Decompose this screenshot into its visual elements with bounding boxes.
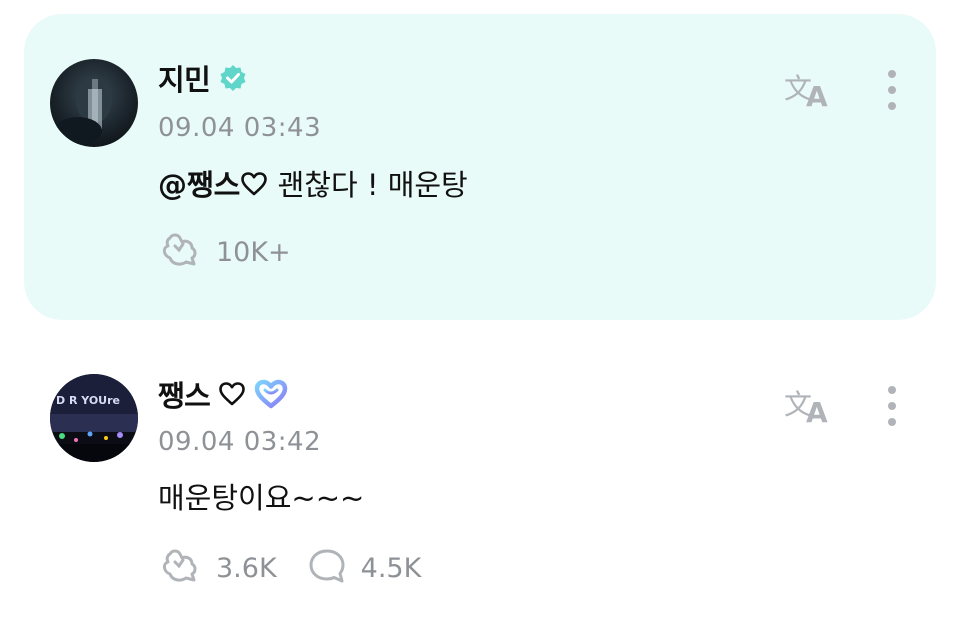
comment-author[interactable]: 지민 xyxy=(158,60,248,100)
like-count: 3.6K xyxy=(216,552,277,584)
heart-outline-icon xyxy=(240,167,268,207)
comment-actions: 3.6K 4.5K xyxy=(158,546,451,590)
like-button[interactable]: 10K+ xyxy=(158,230,291,274)
reply-count: 4.5K xyxy=(360,552,422,584)
comment-item: 지민 09.04 03:43 @쨍스 괜찮다 ! 매운탕 10K+ 文 A xyxy=(24,14,936,320)
svg-text:D R YOUre: D R YOUre xyxy=(56,394,120,407)
svg-text:A: A xyxy=(806,396,828,426)
more-vertical-icon[interactable] xyxy=(880,384,904,428)
comment-body: 매운탕이요~~~ xyxy=(158,481,365,515)
heart-outline-icon xyxy=(218,381,246,411)
like-icon xyxy=(158,546,202,590)
author-name: 지민 xyxy=(158,63,211,97)
comment-body: 괜찮다 ! 매운탕 xyxy=(277,168,468,202)
comment-actions: 10K+ xyxy=(158,230,321,274)
comment-timestamp: 09.04 03:43 xyxy=(158,113,322,143)
avatar[interactable]: D R YOUre xyxy=(50,374,138,462)
comment-bubble-icon xyxy=(307,547,347,589)
mention-link[interactable]: @쨍스 xyxy=(158,168,240,202)
comment-timestamp: 09.04 03:42 xyxy=(158,427,322,457)
comment-author[interactable]: 쨍스 xyxy=(158,376,288,416)
more-vertical-icon[interactable] xyxy=(880,68,904,112)
avatar[interactable] xyxy=(50,59,138,147)
comment-text: @쨍스 괜찮다 ! 매운탕 xyxy=(158,165,468,207)
verified-badge-icon xyxy=(218,63,248,97)
translate-icon[interactable]: 文 A xyxy=(782,66,834,113)
like-count: 10K+ xyxy=(216,236,291,268)
comment-text: 매운탕이요~~~ xyxy=(158,478,364,518)
translate-icon[interactable]: 文 A xyxy=(782,382,834,429)
svg-text:A: A xyxy=(806,80,828,110)
comment-item: D R YOUre 쨍스 09.04 03:42 매운탕이요~~~ 3.6K 4… xyxy=(24,354,936,614)
like-button[interactable]: 3.6K xyxy=(158,546,277,590)
author-name: 쨍스 xyxy=(158,379,211,413)
reply-button[interactable]: 4.5K xyxy=(307,547,422,589)
like-icon xyxy=(158,230,202,274)
fan-heart-badge-icon xyxy=(254,379,288,413)
